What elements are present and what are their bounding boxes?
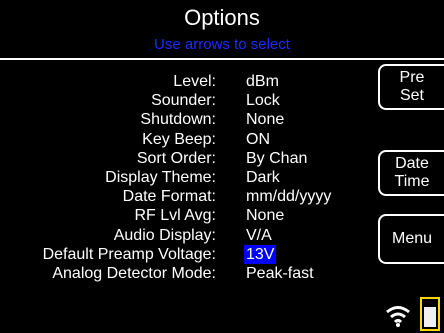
softkey-label: Pre bbox=[399, 69, 425, 86]
option-row-shutdown[interactable]: Shutdown: None bbox=[0, 110, 380, 129]
battery-icon bbox=[420, 297, 440, 331]
softkey-label: Menu bbox=[391, 230, 433, 247]
option-row-key-beep[interactable]: Key Beep: ON bbox=[0, 130, 380, 149]
page-subtitle: Use arrows to select bbox=[154, 36, 290, 53]
battery-level-fill bbox=[424, 307, 436, 327]
date-time-softkey[interactable]: Date Time bbox=[378, 150, 444, 196]
option-value[interactable]: Lock bbox=[244, 91, 282, 110]
option-label: Analog Detector Mode: bbox=[52, 264, 216, 282]
option-value[interactable]: None bbox=[244, 110, 286, 129]
softkey-label: Time bbox=[394, 173, 430, 190]
option-value[interactable]: dBm bbox=[244, 72, 281, 91]
option-row-level[interactable]: Level: dBm bbox=[0, 72, 380, 91]
option-value[interactable]: By Chan bbox=[244, 149, 309, 168]
option-label: RF Lvl Avg: bbox=[134, 207, 216, 225]
option-row-sounder[interactable]: Sounder: Lock bbox=[0, 91, 380, 110]
option-label: Display Theme: bbox=[105, 168, 216, 186]
option-label: Level: bbox=[173, 73, 216, 90]
menu-softkey[interactable]: Menu bbox=[378, 214, 444, 264]
option-value[interactable]: None bbox=[244, 206, 286, 225]
page-title: Options bbox=[184, 5, 260, 30]
preset-softkey[interactable]: Pre Set bbox=[378, 64, 444, 110]
wifi-icon bbox=[386, 306, 410, 327]
option-label: Key Beep: bbox=[142, 130, 216, 148]
option-row-date-format[interactable]: Date Format: mm/dd/yyyy bbox=[0, 187, 380, 206]
softkey-label: Date bbox=[395, 155, 429, 172]
softkey-label: Set bbox=[399, 87, 424, 104]
option-label: Audio Display: bbox=[113, 226, 216, 244]
option-value[interactable]: mm/dd/yyyy bbox=[244, 187, 333, 206]
option-label: Sort Order: bbox=[136, 149, 216, 167]
status-bar bbox=[380, 295, 440, 331]
header: Options Use arrows to select bbox=[0, 0, 444, 56]
option-value[interactable]: ON bbox=[244, 130, 272, 149]
header-divider bbox=[0, 58, 444, 60]
option-label: Shutdown: bbox=[140, 111, 216, 129]
option-value[interactable]: Peak-fast bbox=[244, 264, 316, 283]
options-list: Level: dBm Sounder: Lock Shutdown: None … bbox=[0, 72, 380, 283]
option-row-display-theme[interactable]: Display Theme: Dark bbox=[0, 168, 380, 187]
option-row-sort-order[interactable]: Sort Order: By Chan bbox=[0, 149, 380, 168]
option-value[interactable]: Dark bbox=[244, 168, 282, 187]
option-label: Sounder: bbox=[151, 92, 216, 110]
option-row-rf-lvl-avg[interactable]: RF Lvl Avg: None bbox=[0, 206, 380, 225]
option-value-selected[interactable]: 13V bbox=[244, 244, 277, 264]
option-label: Date Format: bbox=[122, 188, 216, 206]
option-row-default-preamp-voltage[interactable]: Default Preamp Voltage: 13V bbox=[0, 244, 380, 264]
option-value[interactable]: V/A bbox=[244, 226, 274, 245]
option-row-audio-display[interactable]: Audio Display: V/A bbox=[0, 226, 380, 245]
option-label: Default Preamp Voltage: bbox=[42, 245, 216, 263]
option-row-analog-detector-mode[interactable]: Analog Detector Mode: Peak-fast bbox=[0, 264, 380, 283]
